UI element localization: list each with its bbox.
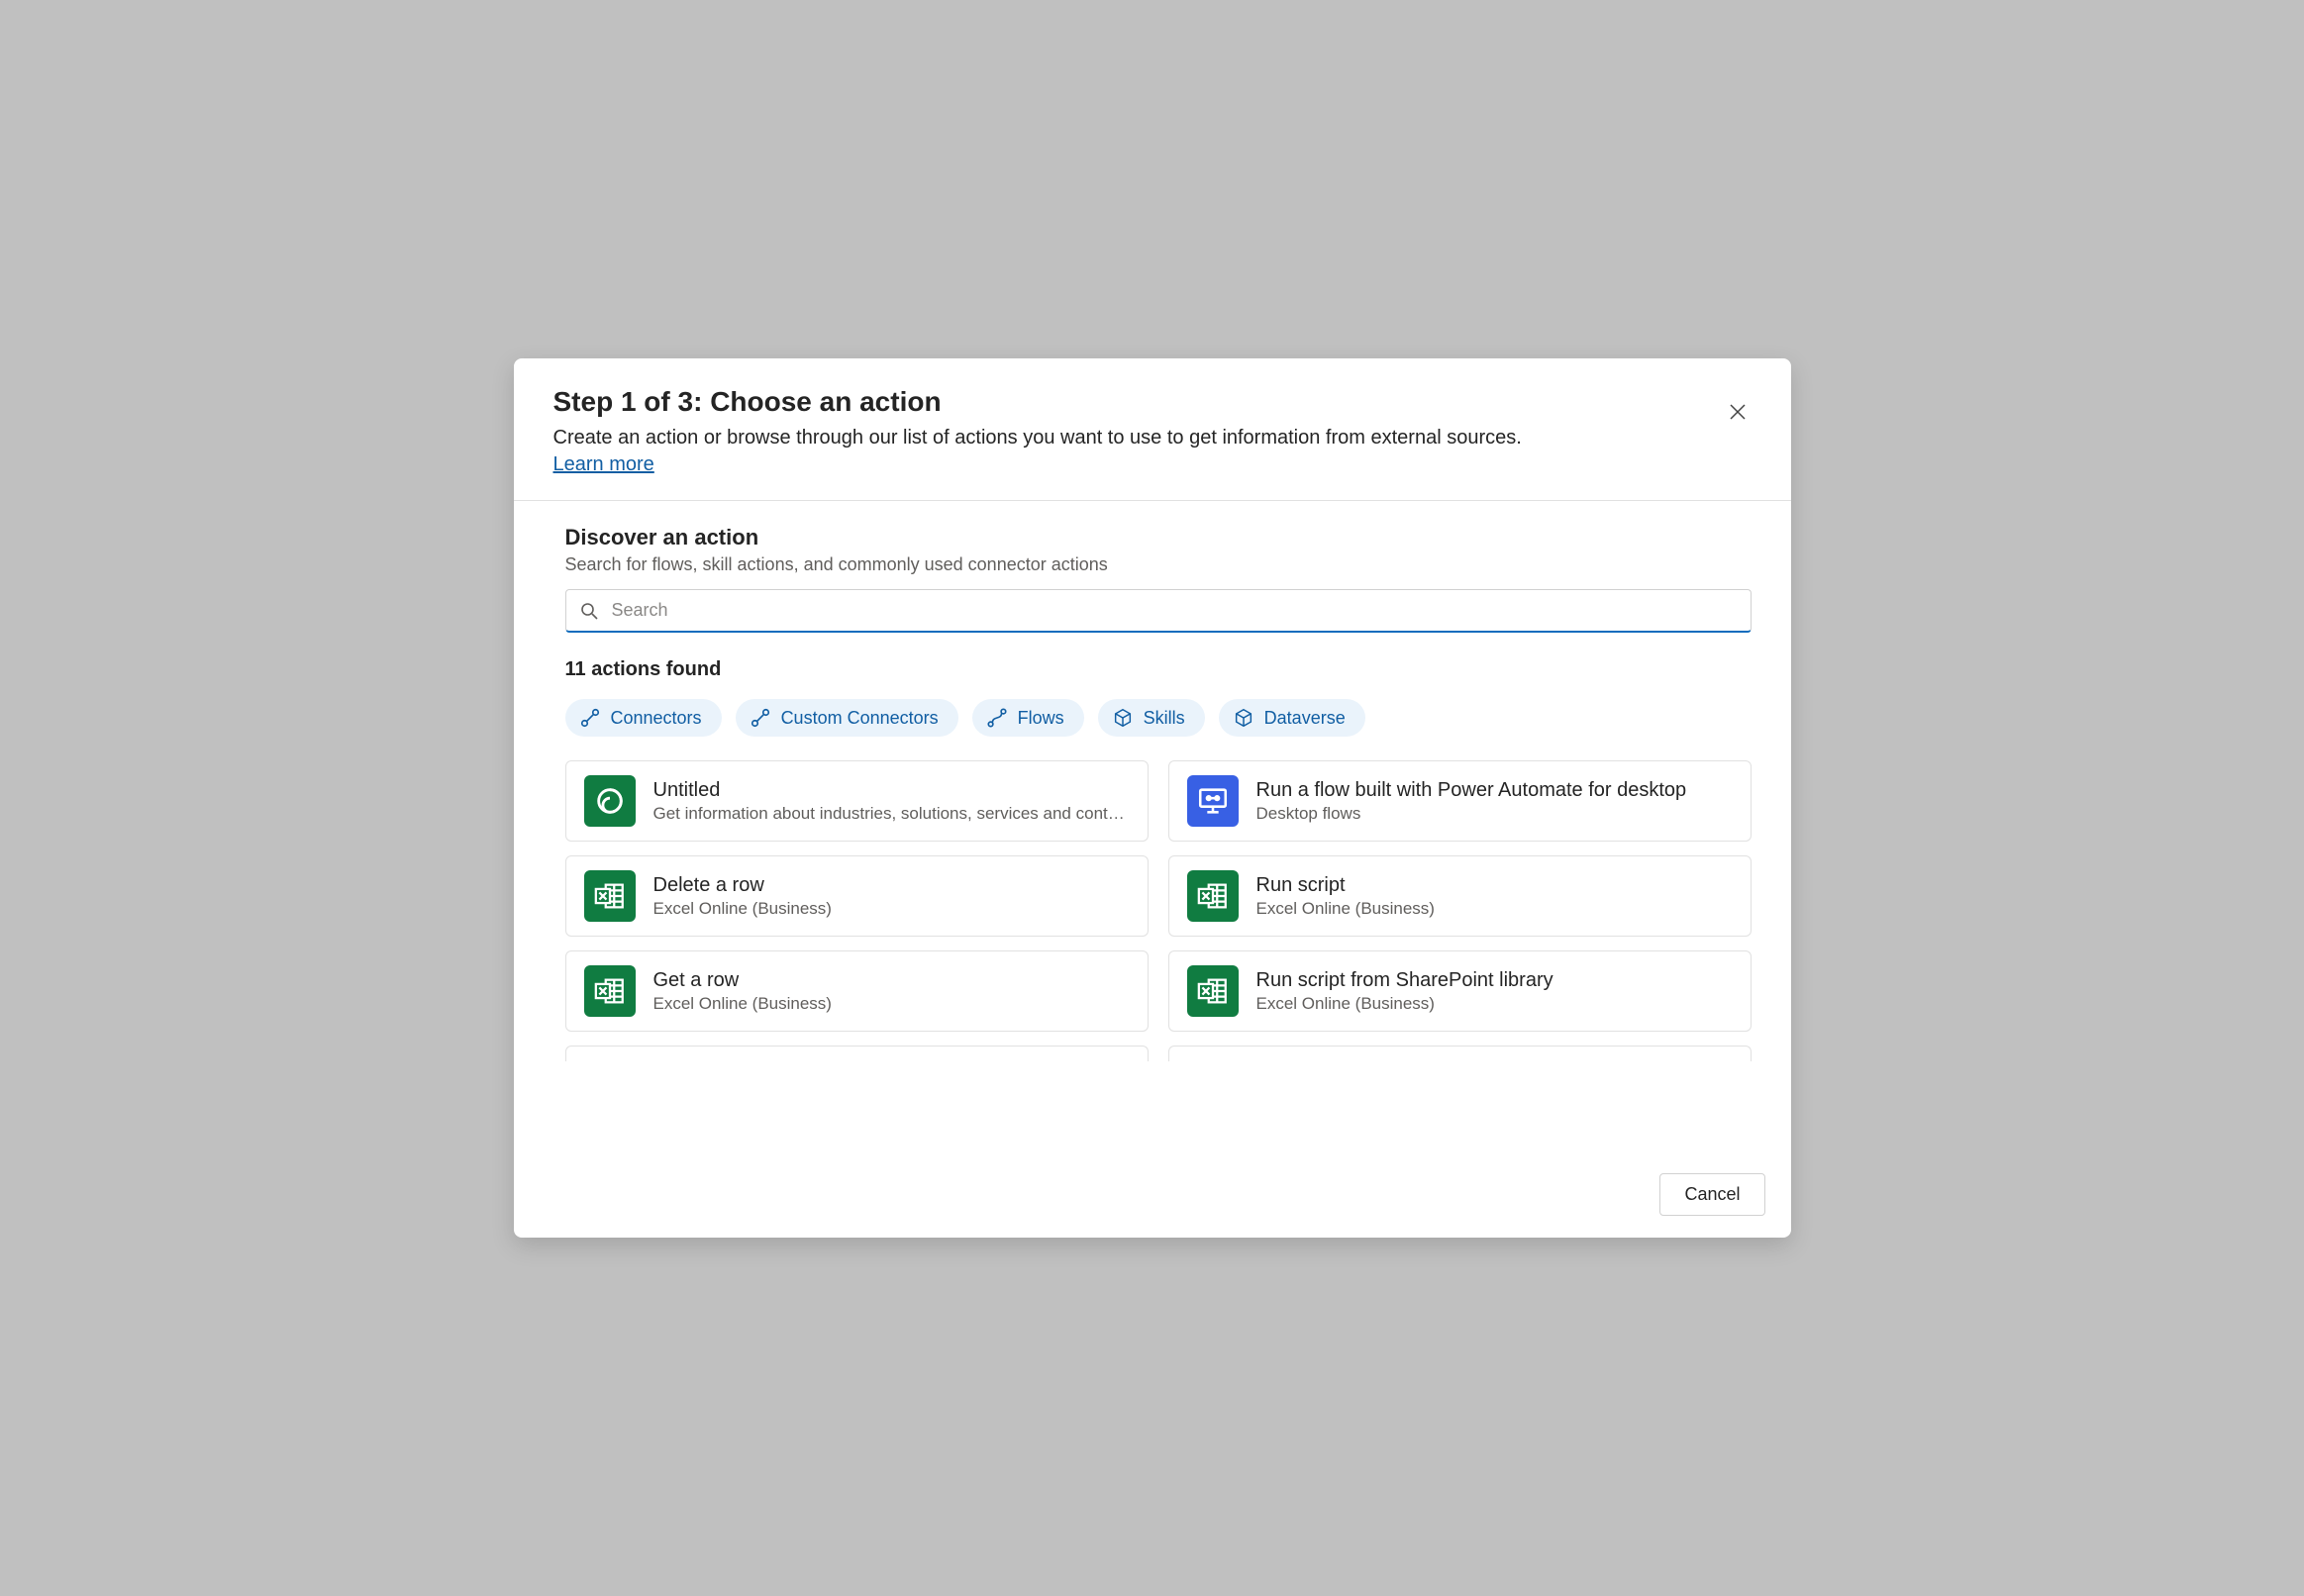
- search-field-wrap: [565, 589, 1752, 633]
- learn-more-link[interactable]: Learn more: [553, 453, 654, 476]
- action-card-run-script[interactable]: Run script Excel Online (Business): [1168, 855, 1752, 937]
- card-title: Run script from SharePoint library: [1256, 969, 1733, 992]
- excel-icon: [1187, 870, 1239, 922]
- chip-custom-connectors[interactable]: Custom Connectors: [736, 699, 958, 737]
- action-card-partial[interactable]: [565, 1046, 1149, 1061]
- action-card-partial[interactable]: [1168, 1046, 1752, 1061]
- chip-label: Flows: [1018, 708, 1064, 729]
- card-title: Run a flow built with Power Automate for…: [1256, 779, 1733, 802]
- action-card-delete-row[interactable]: Delete a row Excel Online (Business): [565, 855, 1149, 937]
- chip-label: Skills: [1144, 708, 1185, 729]
- cube-icon: [1233, 707, 1254, 729]
- chip-connectors[interactable]: Connectors: [565, 699, 722, 737]
- close-icon: [1728, 402, 1748, 422]
- chip-flows[interactable]: Flows: [972, 699, 1084, 737]
- desktop-flow-icon: [1187, 775, 1239, 827]
- excel-icon: [584, 870, 636, 922]
- cancel-button[interactable]: Cancel: [1659, 1173, 1764, 1216]
- chip-label: Dataverse: [1264, 708, 1346, 729]
- card-subtitle: Excel Online (Business): [653, 994, 1130, 1014]
- action-card-untitled[interactable]: Untitled Get information about industrie…: [565, 760, 1149, 842]
- search-input[interactable]: [565, 589, 1752, 633]
- card-subtitle: Get information about industries, soluti…: [653, 804, 1130, 824]
- action-cards: Untitled Get information about industrie…: [565, 760, 1752, 1061]
- dialog-subtitle: Create an action or browse through our l…: [553, 424, 1752, 451]
- filter-chips: Connectors Custom Connectors Flows Skill…: [565, 699, 1752, 737]
- card-subtitle: Excel Online (Business): [1256, 994, 1733, 1014]
- flow-icon: [986, 707, 1008, 729]
- chip-dataverse[interactable]: Dataverse: [1219, 699, 1365, 737]
- dialog-body: Discover an action Search for flows, ski…: [514, 501, 1791, 1155]
- chip-skills[interactable]: Skills: [1098, 699, 1205, 737]
- dialog-header: Step 1 of 3: Choose an action Create an …: [514, 358, 1791, 501]
- card-title: Get a row: [653, 969, 1130, 992]
- action-card-run-script-sharepoint[interactable]: Run script from SharePoint library Excel…: [1168, 950, 1752, 1032]
- discover-subtitle: Search for flows, skill actions, and com…: [565, 554, 1752, 575]
- card-title: Untitled: [653, 779, 1130, 802]
- search-icon: [579, 601, 599, 621]
- card-subtitle: Excel Online (Business): [653, 899, 1130, 919]
- card-text: Run a flow built with Power Automate for…: [1256, 779, 1733, 824]
- excel-icon: [584, 965, 636, 1017]
- dialog-title: Step 1 of 3: Choose an action: [553, 386, 1752, 418]
- excel-icon: [1187, 965, 1239, 1017]
- connector-icon: [579, 707, 601, 729]
- card-subtitle: Desktop flows: [1256, 804, 1733, 824]
- results-count: 11 actions found: [565, 658, 1752, 681]
- discover-title: Discover an action: [565, 525, 1752, 550]
- card-text: Run script from SharePoint library Excel…: [1256, 969, 1733, 1014]
- action-card-desktop-flow[interactable]: Run a flow built with Power Automate for…: [1168, 760, 1752, 842]
- dialog-footer: Cancel: [514, 1155, 1791, 1238]
- connector-icon: [750, 707, 771, 729]
- choose-action-dialog: Step 1 of 3: Choose an action Create an …: [514, 358, 1791, 1238]
- action-card-get-row[interactable]: Get a row Excel Online (Business): [565, 950, 1149, 1032]
- swirl-icon: [584, 775, 636, 827]
- card-title: Run script: [1256, 874, 1733, 897]
- card-text: Get a row Excel Online (Business): [653, 969, 1130, 1014]
- close-button[interactable]: [1722, 396, 1753, 428]
- card-title: Delete a row: [653, 874, 1130, 897]
- chip-label: Custom Connectors: [781, 708, 939, 729]
- chip-label: Connectors: [611, 708, 702, 729]
- card-text: Run script Excel Online (Business): [1256, 874, 1733, 919]
- card-text: Delete a row Excel Online (Business): [653, 874, 1130, 919]
- card-subtitle: Excel Online (Business): [1256, 899, 1733, 919]
- cube-icon: [1112, 707, 1134, 729]
- card-text: Untitled Get information about industrie…: [653, 779, 1130, 824]
